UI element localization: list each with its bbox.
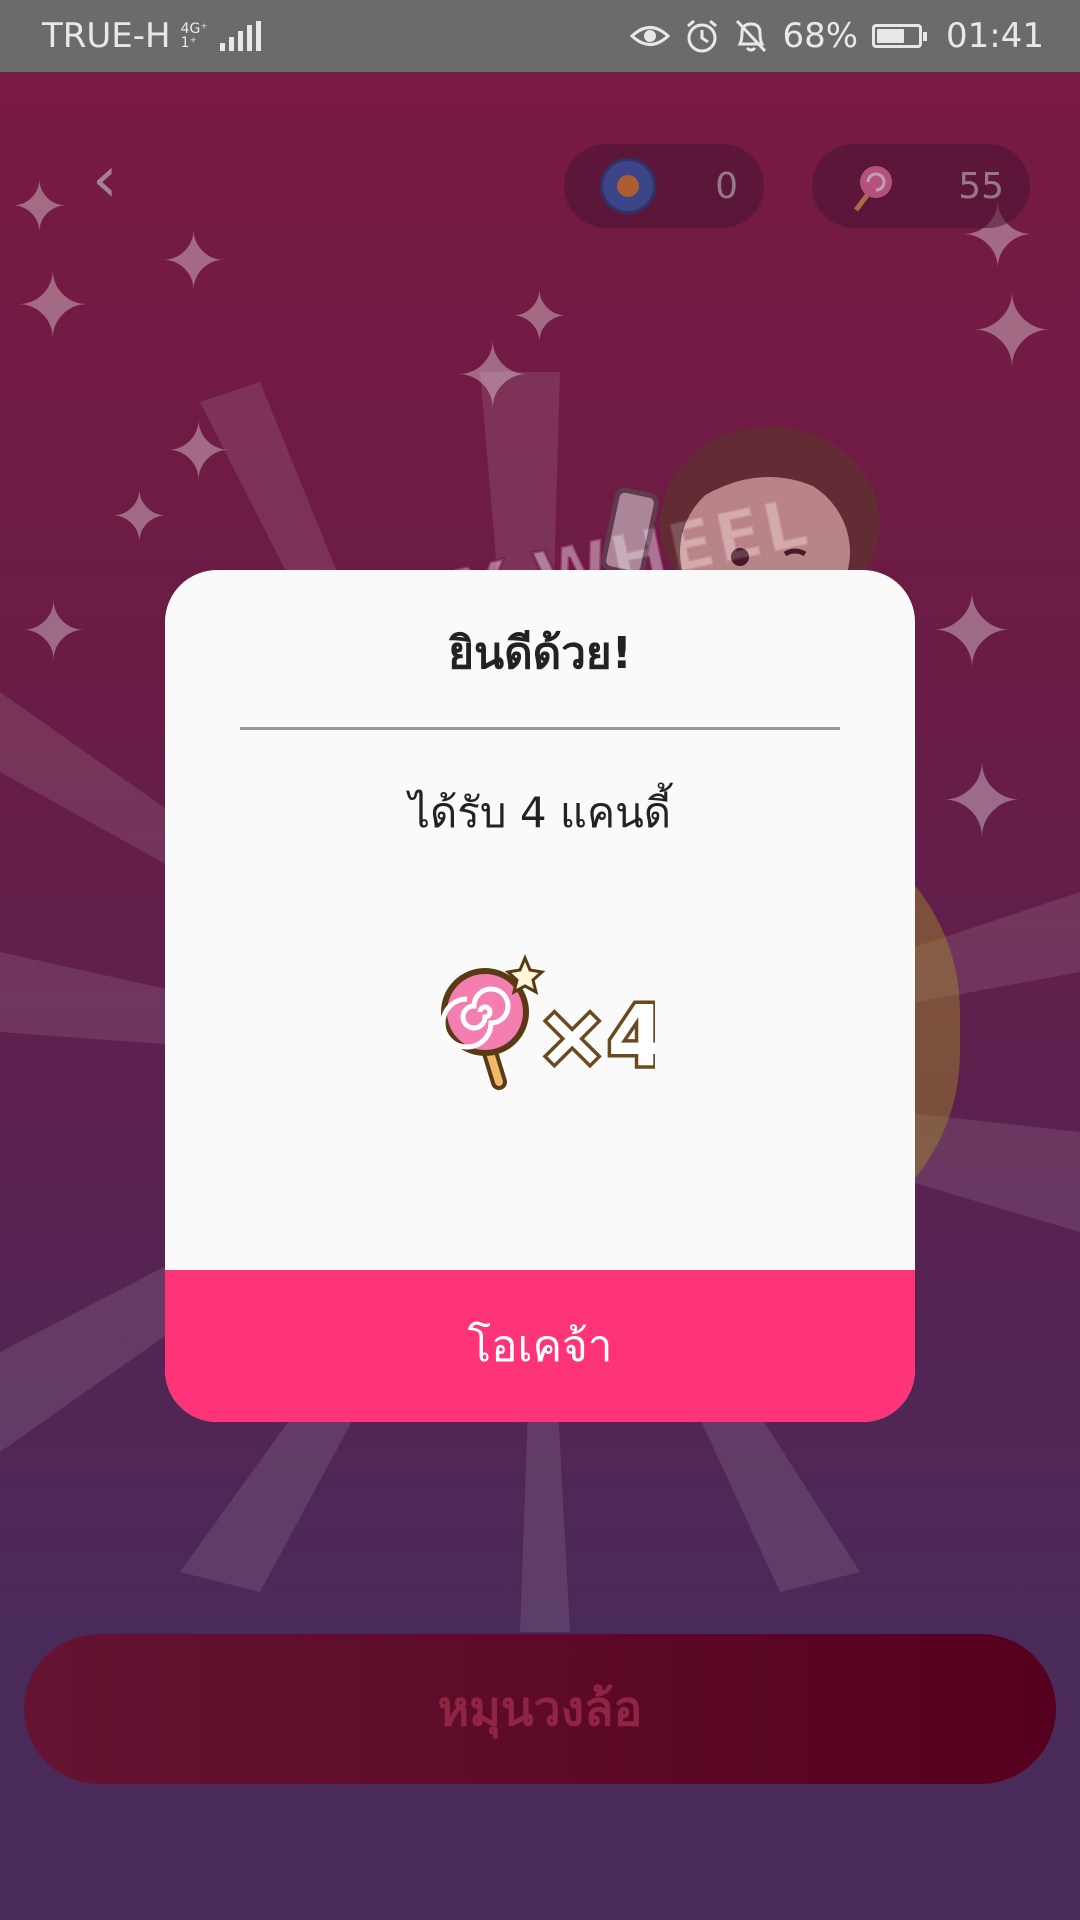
sparkle-decoration: ✦ [10, 166, 69, 248]
lollipop-icon [854, 166, 892, 212]
sparkle-decoration: ✦ [970, 273, 1054, 390]
carrier-label: TRUE-H [42, 16, 171, 56]
sparkle-decoration: ✦ [15, 254, 91, 359]
sparkle-decoration: ✦ [930, 573, 1014, 690]
sparkle-decoration: ✦ [940, 743, 1024, 860]
network-type-top: 4G⁺ [180, 21, 208, 37]
network-type-bottom: 1⁺ [180, 35, 197, 51]
reward-image: ×4 [440, 954, 655, 1090]
coin-balance: 0 [564, 144, 764, 228]
mute-bell-icon [736, 19, 767, 53]
dialog-title: ยินดีด้วย! [448, 628, 632, 679]
sparkle-decoration: ✦ [160, 215, 228, 308]
alarm-icon [687, 19, 718, 53]
coin-count: 0 [715, 165, 738, 207]
battery-icon [872, 24, 928, 48]
status-left: TRUE-H 4G⁺ 1⁺ [42, 16, 261, 56]
clock: 01:41 [946, 16, 1044, 56]
sparkle-decoration: ✦ [110, 476, 169, 558]
lollipop-icon [440, 954, 546, 1090]
sparkle-decoration: ✦ [165, 405, 233, 498]
reward-dialog: ยินดีด้วย! ได้รับ 4 แคนดี้ ×4 โอเคจ้า [165, 570, 915, 1422]
eye-icon [630, 26, 671, 46]
dialog-divider [240, 727, 840, 730]
candy-balance: 55 [812, 144, 1030, 228]
network-type: 4G⁺ 1⁺ [181, 22, 208, 50]
candy-count: 55 [958, 165, 1004, 207]
back-arrow-icon[interactable]: ‹ [92, 148, 142, 212]
sparkle-decoration: ✦ [455, 324, 531, 429]
battery-percent: 68% [782, 16, 859, 56]
ok-button[interactable]: โอเคจ้า [165, 1270, 915, 1422]
status-right: 68% 01:41 [630, 16, 1044, 56]
dialog-message: ได้รับ 4 แคนดี้ [408, 788, 672, 837]
status-bar: TRUE-H 4G⁺ 1⁺ 68% 01:41 [0, 0, 1080, 72]
signal-icon [219, 21, 261, 51]
reward-multiplier: ×4 [537, 987, 655, 1085]
spin-wheel-button[interactable]: หมุนวงล้อ [24, 1634, 1056, 1784]
sparkle-decoration: ✦ [20, 585, 88, 678]
coin-icon [600, 158, 656, 214]
battery-fill [877, 29, 905, 43]
